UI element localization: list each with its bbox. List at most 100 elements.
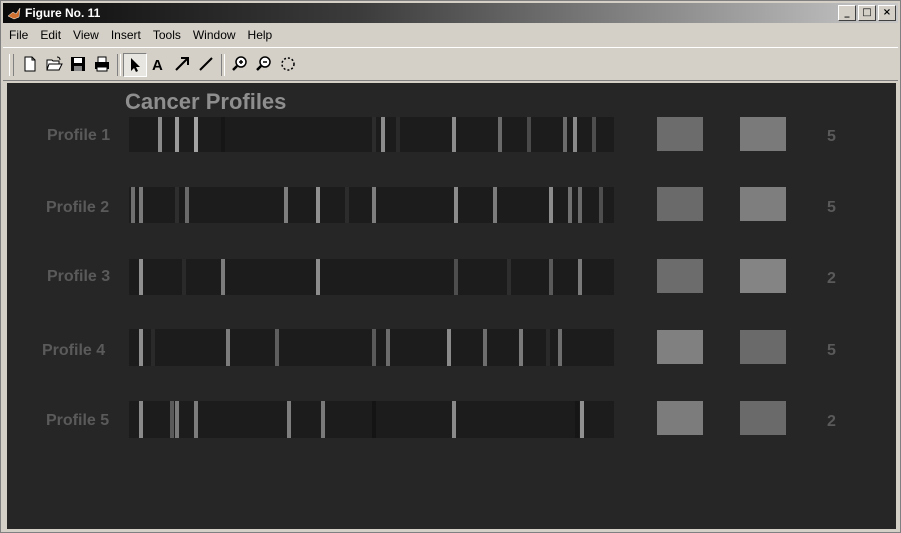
zoom-in-button[interactable] — [229, 53, 251, 75]
rotate-icon — [281, 57, 295, 71]
figure-window: Figure No. 11 _ □ × File Edit View Inser… — [0, 0, 901, 533]
strip-band — [158, 117, 162, 152]
print-icon — [95, 56, 109, 72]
strip-band — [519, 329, 523, 366]
open-folder-icon — [46, 56, 63, 71]
profile-left-square — [657, 330, 703, 364]
profile-label: Profile 4 — [42, 342, 106, 359]
strip-band — [131, 187, 135, 223]
strip-band — [452, 117, 456, 152]
strip-band — [386, 329, 390, 366]
strip-band — [226, 329, 230, 366]
strip-background — [129, 329, 614, 366]
strip-background — [129, 117, 614, 152]
strip-band — [447, 329, 451, 366]
strip-band — [372, 117, 376, 152]
rotate-button[interactable] — [277, 53, 299, 75]
strip-band — [563, 117, 567, 152]
strip-band — [549, 187, 553, 223]
profile-right-square — [740, 117, 786, 151]
print-button[interactable] — [91, 53, 113, 75]
strip-band — [578, 259, 582, 295]
window-title: Figure No. 11 — [25, 6, 101, 20]
close-button[interactable]: × — [878, 5, 896, 21]
profile-label: Profile 1 — [47, 127, 111, 144]
strip-band — [549, 259, 553, 295]
strip-band — [182, 259, 186, 295]
profile-count: 5 — [827, 128, 836, 145]
strip-band — [139, 187, 143, 223]
insert-arrow-button[interactable] — [171, 53, 193, 75]
strip-band — [316, 259, 320, 295]
profile-strip — [129, 329, 614, 366]
minimize-button[interactable]: _ — [838, 5, 856, 21]
pointer-arrow-icon — [131, 58, 140, 72]
strip-background — [129, 259, 614, 295]
strip-band — [575, 401, 579, 438]
strip-band — [573, 117, 577, 152]
strip-band — [599, 187, 603, 223]
strip-band — [498, 117, 502, 152]
strip-band — [175, 187, 179, 223]
maximize-button[interactable]: □ — [858, 5, 876, 21]
strip-band — [452, 401, 456, 438]
strip-band — [558, 329, 562, 366]
strip-band — [275, 329, 279, 366]
strip-band — [194, 117, 198, 152]
profile-left-square — [657, 401, 703, 435]
menu-help[interactable]: Help — [242, 25, 279, 45]
strip-band — [527, 117, 531, 152]
menu-file[interactable]: File — [3, 25, 34, 45]
strip-band — [454, 259, 458, 295]
insert-text-button[interactable]: A — [147, 53, 169, 75]
line-insert-icon — [199, 57, 213, 71]
strip-band — [580, 401, 584, 438]
figure-canvas[interactable]: Cancer Profiles Profile 1 5 Profile 2 5 … — [7, 83, 896, 529]
profile-label: Profile 3 — [47, 268, 111, 285]
open-button[interactable] — [43, 53, 65, 75]
menu-window[interactable]: Window — [187, 25, 242, 45]
profile-right-square — [740, 401, 786, 435]
strip-band — [381, 117, 385, 152]
new-file-icon — [24, 56, 36, 72]
strip-band — [194, 401, 198, 438]
profile-left-square — [657, 187, 703, 221]
text-insert-icon: A — [152, 57, 163, 73]
profile-right-square — [740, 330, 786, 364]
profile-strip — [129, 259, 614, 295]
strip-band — [493, 187, 497, 223]
save-button[interactable] — [67, 53, 89, 75]
strip-band — [139, 259, 143, 295]
menu-tools[interactable]: Tools — [147, 25, 187, 45]
strip-band — [372, 401, 376, 438]
svg-text:A: A — [152, 57, 163, 73]
menu-insert[interactable]: Insert — [105, 25, 147, 45]
strip-band — [316, 187, 320, 223]
profile-count: 2 — [827, 270, 836, 287]
toolbar: A — [3, 47, 898, 81]
menu-edit[interactable]: Edit — [34, 25, 67, 45]
insert-line-button[interactable] — [195, 53, 217, 75]
strip-background — [129, 401, 614, 438]
strip-band — [396, 117, 400, 152]
menu-bar: File Edit View Insert Tools Window Help — [3, 25, 278, 45]
strip-band — [321, 401, 325, 438]
new-file-button[interactable] — [19, 53, 41, 75]
strip-band — [546, 329, 550, 366]
toolbar-grip[interactable] — [9, 54, 14, 76]
strip-band — [175, 117, 179, 152]
strip-band — [454, 187, 458, 223]
profile-strip — [129, 187, 614, 223]
zoom-out-button[interactable] — [253, 53, 275, 75]
title-bar[interactable]: Figure No. 11 _ □ × — [3, 3, 898, 23]
strip-band — [175, 401, 179, 438]
strip-band — [483, 329, 487, 366]
strip-band — [372, 187, 376, 223]
select-tool-button[interactable] — [123, 53, 147, 77]
menu-view[interactable]: View — [67, 25, 105, 45]
toolbar-separator — [117, 54, 121, 76]
matlab-logo-icon — [7, 7, 21, 20]
strip-band — [139, 329, 143, 366]
strip-band — [592, 117, 596, 152]
profile-left-square — [657, 259, 703, 293]
